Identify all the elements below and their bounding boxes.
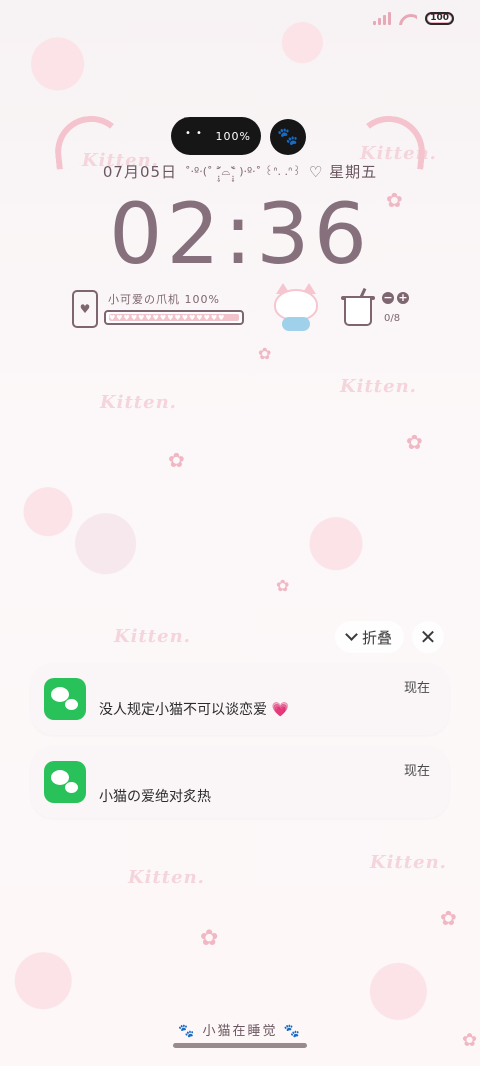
kitten-watermark: Kitten. [128,867,205,888]
lock-clock: 02:36 [108,185,372,283]
flower-icon: ✿ [200,926,219,951]
battery-hearts-bar: ♥♥♥♥♥♥♥♥♥♥♥♥♥♥♥♥ [104,310,244,325]
sleep-status-label: 🐾 小猫在睡觉 🐾 [178,1024,302,1039]
status-bar: 100 [373,12,454,25]
flower-icon: ✿ [258,344,272,363]
kitten-watermark: Kitten. [114,626,191,647]
battery-indicator: 100 [425,12,454,25]
water-minus-button[interactable]: − [382,292,394,304]
notification-card[interactable]: 小猫の爱绝对炙热 现在 [31,746,449,818]
flower-icon: ✿ [440,906,457,930]
notification-time: 现在 [403,681,430,696]
water-plus-button[interactable]: + [397,292,409,304]
cat-sticker-icon [270,283,322,333]
battery-hearts-fill: ♥♥♥♥♥♥♥♥♥♥♥♥♥♥♥♥ [109,314,239,321]
notification-message: 小猫の爱绝对炙热 [99,789,211,805]
date-row: 07月05日 ˚‧º·(˚ ˃̣̣̥᷄⌓˂̣̣̥᷅ )‧º·˚ ꒰ᐢ. .ᐢ꒱ … [0,161,480,182]
weekday-text: ♡ 星期五 [308,163,378,181]
collapse-button[interactable]: 折叠 [334,621,404,653]
status-pill[interactable]: • • 100% [171,117,261,155]
wifi-icon [399,12,417,25]
date-text: 07月05日 [102,163,178,181]
kaomoji-text: ˚‧º·(˚ ˃̣̣̥᷄⌓˂̣̣̥᷅ )‧º·˚ ꒰ᐢ. .ᐢ꒱ [185,165,301,178]
kitten-watermark: Kitten. [370,852,447,873]
signal-icon [373,12,392,25]
device-battery-label: 小可爱の爪机 100% [108,293,220,306]
paw-icon[interactable]: 🐾 [270,119,306,155]
notification-time: 现在 [403,764,430,779]
phone-heart-icon: ♥ [72,290,98,328]
notification-message: 没人规定小猫不可以谈恋爱 💗 [99,702,289,718]
water-cup-icon[interactable] [341,287,375,326]
wechat-icon [44,678,86,720]
heart-emoji: 💗 [271,702,289,718]
wechat-icon [44,761,86,803]
kitten-watermark: Kitten. [340,376,417,397]
pill-percent: 100% [215,129,251,143]
collapse-label: 折叠 [361,628,392,647]
flower-icon: ✿ [276,576,290,595]
cat-face-icon: • • [179,117,209,147]
water-count: 0/8 [384,313,401,324]
notification-controls: 折叠 ✕ [334,621,444,653]
close-icon[interactable]: ✕ [412,621,444,653]
home-indicator[interactable] [173,1043,307,1048]
chevron-down-icon [345,628,358,641]
notification-card[interactable]: 没人规定小猫不可以谈恋爱 💗 现在 [31,663,449,735]
kitten-watermark: Kitten. [100,392,177,413]
flower-icon: ✿ [406,430,423,454]
flower-icon: ✿ [168,448,185,472]
